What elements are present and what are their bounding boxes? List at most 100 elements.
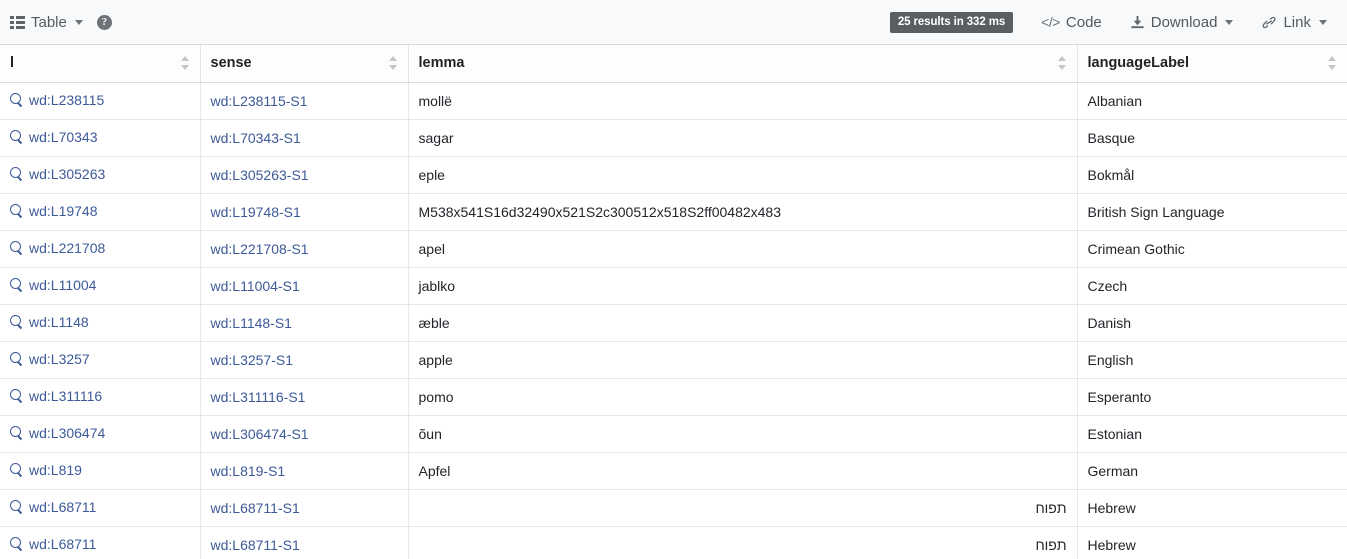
cell-lemma: תפוח xyxy=(408,526,1078,559)
sense-link[interactable]: wd:L68711-S1 xyxy=(211,500,300,516)
table-row: wd:L19748 wd:L19748-S1 M538x541S16d32490x5… xyxy=(0,193,1347,231)
table-row: wd:L221708 wd:L221708-S1 apel Crimean Gothi… xyxy=(0,230,1347,268)
search-icon[interactable] xyxy=(10,500,23,513)
sense-link[interactable]: wd:L306474-S1 xyxy=(211,426,309,442)
search-icon[interactable] xyxy=(10,167,23,180)
help-circle-icon[interactable]: ? xyxy=(96,14,112,30)
cell-l: wd:L68711 xyxy=(0,489,201,527)
sense-link[interactable]: wd:L311116-S1 xyxy=(211,389,306,405)
sort-toggle-icon[interactable] xyxy=(1057,55,1067,71)
lexeme-link-label: wd:L68711 xyxy=(29,498,97,515)
cell-language-label: Czech xyxy=(1077,267,1347,305)
lexeme-link-label: wd:L68711 xyxy=(29,535,97,552)
sense-link[interactable]: wd:L221708-S1 xyxy=(211,241,309,257)
lexeme-link[interactable]: wd:L311116 xyxy=(10,388,102,404)
cell-l: wd:L68711 xyxy=(0,526,201,559)
code-button[interactable]: </> Code xyxy=(1041,15,1102,30)
cell-sense: wd:L305263-S1 xyxy=(200,156,409,194)
lexeme-link[interactable]: wd:L306474 xyxy=(10,425,105,441)
cell-sense: wd:L819-S1 xyxy=(200,452,409,490)
lexeme-link[interactable]: wd:L68711 xyxy=(10,499,96,515)
cell-lemma: mollë xyxy=(408,82,1078,120)
column-header-sense[interactable]: sense xyxy=(200,45,409,83)
sense-link[interactable]: wd:L11004-S1 xyxy=(211,278,300,294)
lexeme-link[interactable]: wd:L70343 xyxy=(10,129,98,145)
lexeme-link[interactable]: wd:L221708 xyxy=(10,240,105,256)
search-icon[interactable] xyxy=(10,130,23,143)
cell-sense: wd:L70343-S1 xyxy=(200,119,409,157)
sort-toggle-icon[interactable] xyxy=(1328,55,1337,71)
search-icon[interactable] xyxy=(10,389,23,402)
table-row: wd:L305263 wd:L305263-S1 eple Bokmål xyxy=(0,156,1347,194)
lexeme-link[interactable]: wd:L305263 xyxy=(10,166,105,182)
search-icon[interactable] xyxy=(10,241,23,254)
lexeme-link-label: wd:L238115 xyxy=(29,91,105,108)
lexeme-link[interactable]: wd:L1148 xyxy=(10,314,89,330)
table-row: wd:L1148 wd:L1148-S1 æble Danish xyxy=(0,304,1347,342)
lexeme-link-label: wd:L221708 xyxy=(29,239,106,256)
sense-link[interactable]: wd:L3257-S1 xyxy=(211,352,294,368)
search-icon[interactable] xyxy=(10,426,23,439)
column-header-l[interactable]: l xyxy=(0,45,201,83)
cell-l: wd:L819 xyxy=(0,452,201,490)
lexeme-link[interactable]: wd:L19748 xyxy=(10,203,98,219)
cell-sense: wd:L68711-S1 xyxy=(200,489,409,527)
code-label: Code xyxy=(1065,13,1102,31)
cell-language-label: German xyxy=(1077,452,1347,490)
sort-toggle-icon[interactable] xyxy=(180,55,190,71)
lexeme-link-label: wd:L305263 xyxy=(29,165,106,182)
table-row: wd:L70343 wd:L70343-S1 sagar Basque xyxy=(0,119,1347,157)
cell-language-label: British Sign Language xyxy=(1077,193,1347,231)
code-brackets-icon: </> xyxy=(1041,14,1060,30)
search-icon[interactable] xyxy=(10,352,23,365)
sense-link[interactable]: wd:L819-S1 xyxy=(211,463,286,479)
lexeme-link[interactable]: wd:L3257 xyxy=(10,351,90,367)
lexeme-link[interactable]: wd:L238115 xyxy=(10,92,104,108)
column-header-label: lemma xyxy=(418,55,465,72)
lexeme-link[interactable]: wd:L11004 xyxy=(10,277,96,293)
table-row: wd:L3257 wd:L3257-S1 apple English xyxy=(0,341,1347,379)
sort-toggle-icon[interactable] xyxy=(388,55,398,71)
lexeme-link[interactable]: wd:L819 xyxy=(10,462,82,478)
cell-sense: wd:L306474-S1 xyxy=(200,415,409,453)
cell-l: wd:L1148 xyxy=(0,304,201,342)
toolbar-left-group: Table ? xyxy=(10,14,112,30)
link-button[interactable]: Link xyxy=(1261,15,1327,30)
search-icon[interactable] xyxy=(10,463,23,476)
sense-link[interactable]: wd:L1148-S1 xyxy=(211,315,292,331)
table-row: wd:L68711 wd:L68711-S1 תפוח Hebrew xyxy=(0,489,1347,527)
cell-lemma: pomo xyxy=(408,378,1078,416)
list-icon xyxy=(10,15,25,29)
sense-link[interactable]: wd:L305263-S1 xyxy=(211,167,309,183)
column-header-label: l xyxy=(10,55,15,72)
search-icon[interactable] xyxy=(10,204,23,217)
cell-l: wd:L11004 xyxy=(0,267,201,305)
table-row: wd:L306474 wd:L306474-S1 õun Estonian xyxy=(0,415,1347,453)
cell-lemma: apel xyxy=(408,230,1078,268)
column-header-languageLabel[interactable]: languageLabel xyxy=(1077,45,1347,83)
search-icon[interactable] xyxy=(10,537,23,550)
cell-lemma: Apfel xyxy=(408,452,1078,490)
cell-l: wd:L306474 xyxy=(0,415,201,453)
lexeme-link-label: wd:L1148 xyxy=(29,313,89,330)
column-header-lemma[interactable]: lemma xyxy=(408,45,1078,83)
cell-l: wd:L311116 xyxy=(0,378,201,416)
lexeme-link[interactable]: wd:L68711 xyxy=(10,536,96,552)
table-view-button[interactable]: Table xyxy=(10,15,83,30)
table-header: l sense lemma languageLabel xyxy=(0,45,1347,83)
sense-link[interactable]: wd:L19748-S1 xyxy=(211,204,301,220)
cell-sense: wd:L311116-S1 xyxy=(200,378,409,416)
sense-link[interactable]: wd:L70343-S1 xyxy=(211,130,301,146)
download-icon xyxy=(1130,15,1145,30)
table-row: wd:L311116 wd:L311116-S1 pomo Esperanto xyxy=(0,378,1347,416)
sense-link[interactable]: wd:L238115-S1 xyxy=(211,93,308,109)
search-icon[interactable] xyxy=(10,93,23,106)
search-icon[interactable] xyxy=(10,278,23,291)
cell-language-label: Bokmål xyxy=(1077,156,1347,194)
download-button[interactable]: Download xyxy=(1130,15,1234,30)
sense-link[interactable]: wd:L68711-S1 xyxy=(211,537,300,553)
search-icon[interactable] xyxy=(10,315,23,328)
cell-lemma: apple xyxy=(408,341,1078,379)
table-row: wd:L819 wd:L819-S1 Apfel German xyxy=(0,452,1347,490)
cell-sense: wd:L19748-S1 xyxy=(200,193,409,231)
